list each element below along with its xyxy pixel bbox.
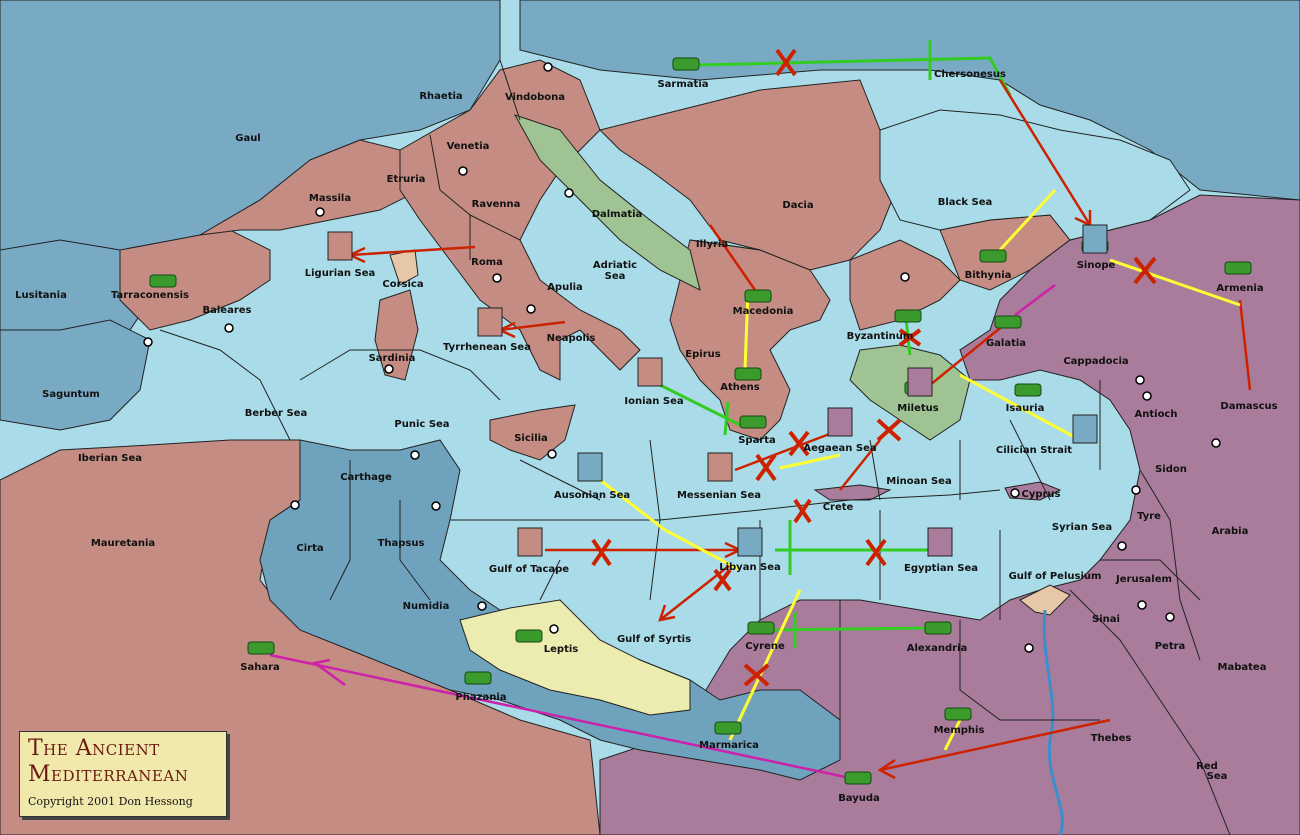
label-mauretania: Mauretania [91, 538, 155, 549]
label-venetia: Venetia [447, 141, 490, 152]
label-phazania: Phazania [455, 692, 506, 703]
label-sardinia: Sardinia [369, 353, 416, 364]
label-berber-sea: Berber Sea [245, 408, 307, 419]
label-dacia: Dacia [782, 200, 813, 211]
label-iberian-sea: Iberian Sea [78, 453, 142, 464]
label-isauria: Isauria [1006, 403, 1045, 414]
label-ligurian-sea: Ligurian Sea [305, 268, 376, 279]
label-rhaetia: Rhaetia [419, 91, 462, 102]
game-title-line1: The Ancient [28, 736, 160, 761]
label-vindobona: Vindobona [505, 92, 565, 103]
game-map: Gaul Rhaetia Vindobona Sarmatia Chersone… [0, 0, 1300, 835]
label-jerusalem: Jerusalem [1115, 574, 1172, 585]
label-alexandria: Alexandria [907, 643, 968, 654]
label-ravenna: Ravenna [472, 199, 521, 210]
label-corsica: Corsica [382, 279, 423, 290]
label-numidia: Numidia [403, 601, 450, 612]
label-memphis: Memphis [934, 725, 985, 736]
label-syrian-sea: Syrian Sea [1052, 522, 1112, 533]
label-thebes: Thebes [1091, 733, 1132, 744]
label-athens: Athens [720, 382, 760, 393]
copyright-text: Copyright 2001 Don Hessong [28, 795, 193, 808]
label-macedonia: Macedonia [733, 306, 794, 317]
label-thapsus: Thapsus [378, 538, 425, 549]
label-crete: Crete [823, 502, 854, 513]
label-apulia: Apulia [547, 282, 583, 293]
label-sahara: Sahara [240, 662, 280, 673]
label-sarmatia: Sarmatia [657, 79, 708, 90]
label-leptis: Leptis [544, 644, 579, 655]
map-canvas: Gaul Rhaetia Vindobona Sarmatia Chersone… [0, 0, 1300, 835]
label-bithynia: Bithynia [965, 270, 1012, 281]
label-libyan-sea: Libyan Sea [719, 562, 781, 573]
label-cirta: Cirta [296, 543, 323, 554]
label-gulf-of-syrtis: Gulf of Syrtis [617, 634, 691, 645]
label-epirus: Epirus [685, 349, 720, 360]
label-tyrrhenean-sea: Tyrrhenean Sea [443, 342, 531, 353]
label-bayuda: Bayuda [838, 793, 880, 804]
label-miletus: Miletus [897, 403, 938, 414]
label-sicilia: Sicilia [514, 433, 548, 444]
label-ionian-sea: Ionian Sea [624, 396, 683, 407]
label-lusitania: Lusitania [15, 290, 67, 301]
label-illyria: Illyria [696, 239, 728, 250]
label-galatia: Galatia [986, 338, 1026, 349]
label-egyptian-sea: Egyptian Sea [904, 563, 978, 574]
label-damascus: Damascus [1220, 401, 1277, 412]
label-arabia: Arabia [1212, 526, 1249, 537]
label-gulf-of-tacape: Gulf of Tacape [489, 564, 569, 575]
label-etruria: Etruria [387, 174, 426, 185]
label-sparta: Sparta [738, 435, 776, 446]
label-baleares: Baleares [203, 305, 252, 316]
label-adriatic-sea-2: Sea [605, 271, 626, 282]
label-gulf-of-pelusium: Gulf of Pelusium [1009, 571, 1102, 582]
label-byzantinum: Byzantinum [847, 331, 914, 342]
title-box: The Ancient Mediterranean Copyright 2001… [19, 731, 227, 817]
label-armenia: Armenia [1216, 283, 1263, 294]
label-minoan-sea: Minoan Sea [886, 476, 951, 487]
label-marmarica: Marmarica [699, 740, 759, 751]
label-punic-sea: Punic Sea [394, 419, 449, 430]
label-antioch: Antioch [1135, 409, 1178, 420]
game-title-line2: Mediterranean [28, 762, 189, 787]
label-aegaean-sea: Aegaean Sea [803, 443, 876, 454]
label-chersonesus: Chersonesus [934, 69, 1006, 80]
label-sinope: Sinope [1077, 260, 1116, 271]
label-massila: Massila [309, 193, 351, 204]
label-tyre: Tyre [1137, 511, 1161, 522]
label-sinai: Sinai [1092, 614, 1120, 625]
label-red-sea-2: Sea [1207, 771, 1228, 782]
label-petra: Petra [1155, 641, 1186, 652]
label-cilician-strait: Cilician Strait [996, 445, 1072, 456]
label-carthage: Carthage [340, 472, 392, 483]
label-cappadocia: Cappadocia [1063, 356, 1128, 367]
label-saguntum: Saguntum [42, 389, 100, 400]
label-mabatea: Mabatea [1218, 662, 1267, 673]
label-sidon: Sidon [1155, 464, 1187, 475]
label-ausonian-sea: Ausonian Sea [554, 490, 630, 501]
label-cyprus: Cyprus [1021, 489, 1060, 500]
label-gaul: Gaul [235, 133, 261, 144]
label-neapolis: Neapolis [547, 333, 596, 344]
label-dalmatia: Dalmatia [592, 209, 643, 220]
label-cyrene: Cyrene [745, 641, 785, 652]
label-messenian-sea: Messenian Sea [677, 490, 761, 501]
label-tarraconensis: Tarraconensis [111, 290, 189, 301]
label-black-sea: Black Sea [938, 197, 993, 208]
label-adriatic-sea-1: Adriatic [593, 260, 637, 271]
label-roma: Roma [471, 257, 503, 268]
